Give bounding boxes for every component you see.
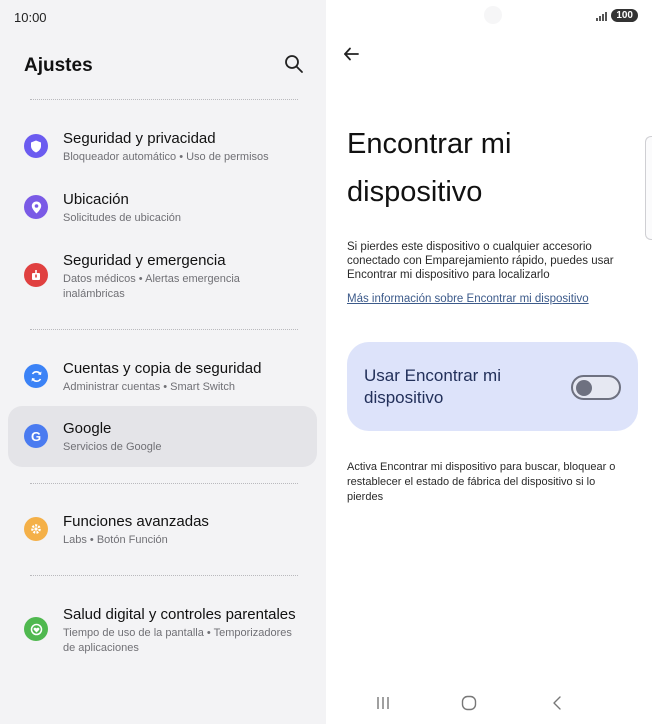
toggle-label: Usar Encontrar mi dispositivo [364, 366, 501, 407]
search-button[interactable] [283, 53, 305, 75]
item-title: Google [63, 420, 112, 437]
item-title: Seguridad y emergencia [63, 252, 226, 269]
item-subtitle: Datos médicos • Alertas emergencia inalá… [63, 273, 240, 300]
find-my-device-panel: 100 Encontrar mi dispositivo Si pierdes … [326, 0, 652, 724]
navigation-bar [326, 682, 652, 724]
shield-icon [24, 134, 48, 158]
recents-icon [377, 697, 389, 709]
digital-wellbeing-icon [24, 617, 48, 641]
settings-item-safety-emergency[interactable]: Seguridad y emergencia Datos médicos • A… [8, 242, 317, 310]
item-subtitle: Tiempo de uso de la pantalla • Temporiza… [63, 627, 292, 654]
edge-panel-handle[interactable] [645, 136, 652, 240]
settings-item-digital-wellbeing[interactable]: Salud digital y controles parentales Tie… [8, 596, 317, 664]
item-title: Ubicación [63, 191, 129, 208]
settings-item-google[interactable]: G Google Servicios de Google [8, 406, 317, 467]
settings-item-security-privacy[interactable]: Seguridad y privacidad Bloqueador automá… [8, 120, 317, 176]
divider [30, 483, 298, 484]
emergency-icon [24, 263, 48, 287]
item-subtitle: Servicios de Google [63, 441, 162, 453]
item-subtitle: Bloqueador automático • Uso de permisos [63, 151, 269, 163]
page-title: Ajustes [24, 55, 93, 76]
item-title: Salud digital y controles parentales [63, 606, 296, 623]
location-pin-icon [24, 195, 48, 219]
signal-icon [596, 11, 608, 21]
sync-icon [24, 364, 48, 388]
switch-knob [576, 379, 592, 396]
item-title: Funciones avanzadas [63, 513, 209, 530]
item-subtitle: Solicitudes de ubicación [63, 212, 182, 224]
settings-panel: 10:00 Ajustes Seguridad y privacidad Blo… [0, 0, 326, 724]
divider [30, 329, 298, 330]
settings-item-advanced-features[interactable]: Funciones avanzadas Labs • Botón Función [8, 503, 317, 559]
back-arrow-icon [344, 47, 359, 61]
item-subtitle: Administrar cuentas • Smart Switch [63, 381, 235, 393]
page-title: Encontrar mi dispositivo [347, 128, 512, 208]
footer-text: Activa Encontrar mi dispositivo para bus… [347, 461, 616, 503]
home-button[interactable] [460, 694, 478, 712]
chevron-left-icon [553, 696, 561, 710]
item-subtitle: Labs • Botón Función [63, 534, 168, 546]
divider [30, 99, 298, 100]
item-title: Cuentas y copia de seguridad [63, 360, 262, 377]
description-text: Si pierdes este dispositivo o cualquier … [347, 241, 614, 281]
settings-item-location[interactable]: Ubicación Solicitudes de ubicación [8, 181, 317, 237]
settings-item-accounts-backup[interactable]: Cuentas y copia de seguridad Administrar… [8, 350, 317, 406]
gear-icon [24, 517, 48, 541]
status-time: 10:00 [14, 10, 47, 25]
google-icon: G [24, 424, 48, 448]
back-button[interactable] [342, 44, 362, 64]
search-icon [285, 55, 303, 73]
learn-more-link[interactable]: Más información sobre Encontrar mi dispo… [347, 293, 589, 305]
battery-badge: 100 [611, 9, 638, 22]
find-my-device-switch[interactable] [571, 375, 621, 400]
divider [30, 575, 298, 576]
home-icon [461, 695, 477, 711]
item-title: Seguridad y privacidad [63, 130, 216, 147]
recents-button[interactable] [374, 694, 392, 712]
camera-cutout [484, 6, 502, 24]
use-find-my-device-card[interactable]: Usar Encontrar mi dispositivo [347, 342, 638, 431]
status-icons: 100 [596, 9, 638, 22]
back-nav-button[interactable] [548, 694, 566, 712]
